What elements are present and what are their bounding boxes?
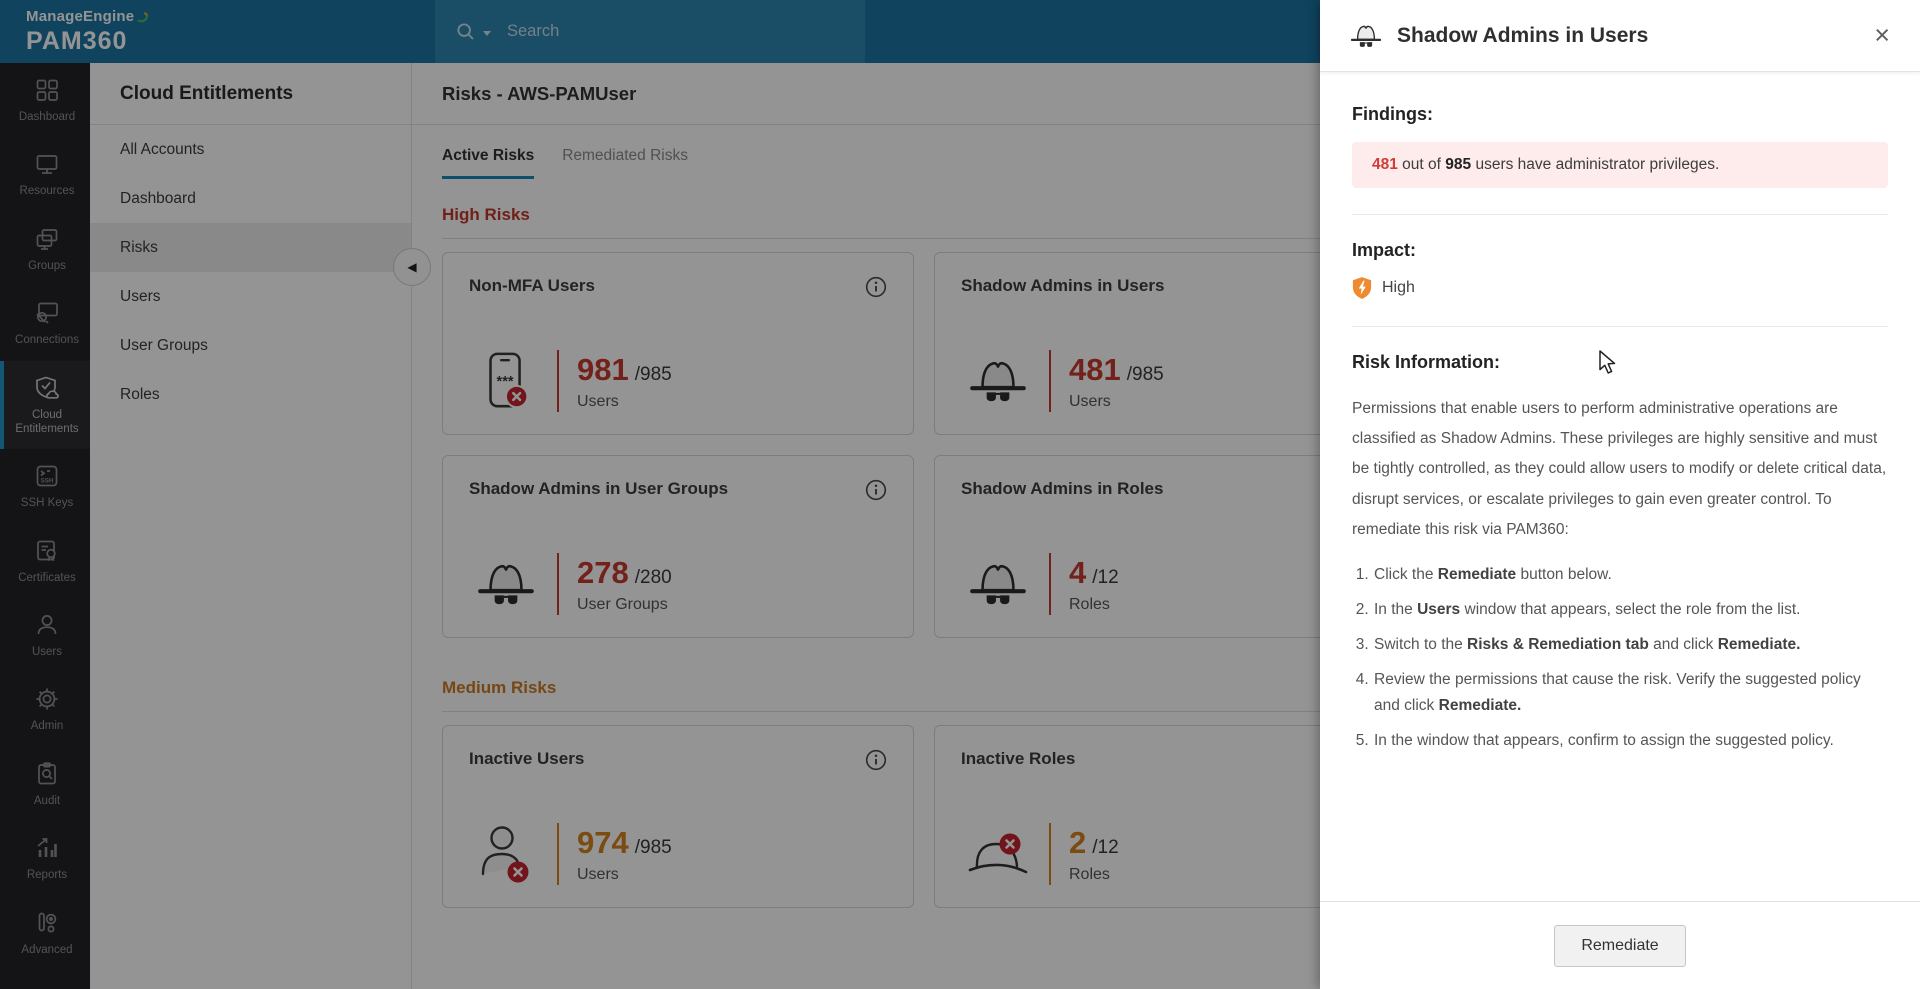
remediation-step: Review the permissions that cause the ri…	[1373, 667, 1888, 717]
remediation-step: In the window that appears, confirm to a…	[1373, 728, 1888, 753]
remediation-steps: Click the Remediate button below. In the…	[1352, 562, 1888, 753]
risk-description: Permissions that enable users to perform…	[1352, 394, 1888, 545]
impact-row: High	[1352, 276, 1888, 300]
spy-icon	[1348, 22, 1384, 50]
remediation-step: Switch to the Risks & Remediation tab an…	[1373, 632, 1888, 657]
panel-header: Shadow Admins in Users ×	[1320, 0, 1920, 72]
pam360-app: ManageEngine PAM360 Dashboard Resources …	[0, 0, 1920, 989]
close-icon[interactable]: ×	[1870, 20, 1894, 51]
panel-title: Shadow Admins in Users	[1397, 24, 1870, 48]
finding-count: 481	[1372, 156, 1398, 173]
remediation-step: In the Users window that appears, select…	[1373, 597, 1888, 622]
impact-shield-icon	[1352, 276, 1372, 300]
findings-heading: Findings:	[1352, 104, 1888, 125]
impact-heading: Impact:	[1352, 240, 1888, 261]
findings-box: 481 out of 985 users have administrator …	[1352, 142, 1888, 188]
remediate-button[interactable]: Remediate	[1554, 925, 1685, 967]
risk-detail-panel: Shadow Admins in Users × Findings: 481 o…	[1320, 0, 1920, 989]
mouse-cursor	[1598, 350, 1618, 376]
panel-divider	[1352, 326, 1888, 327]
remediation-step: Click the Remediate button below.	[1373, 562, 1888, 587]
impact-level: High	[1382, 279, 1415, 297]
panel-footer: Remediate	[1320, 901, 1920, 989]
finding-total: 985	[1445, 156, 1471, 173]
panel-body: Findings: 481 out of 985 users have admi…	[1320, 72, 1920, 753]
panel-divider	[1352, 214, 1888, 215]
risk-information-heading: Risk Information:	[1352, 352, 1888, 373]
modal-overlay[interactable]	[0, 0, 1320, 989]
